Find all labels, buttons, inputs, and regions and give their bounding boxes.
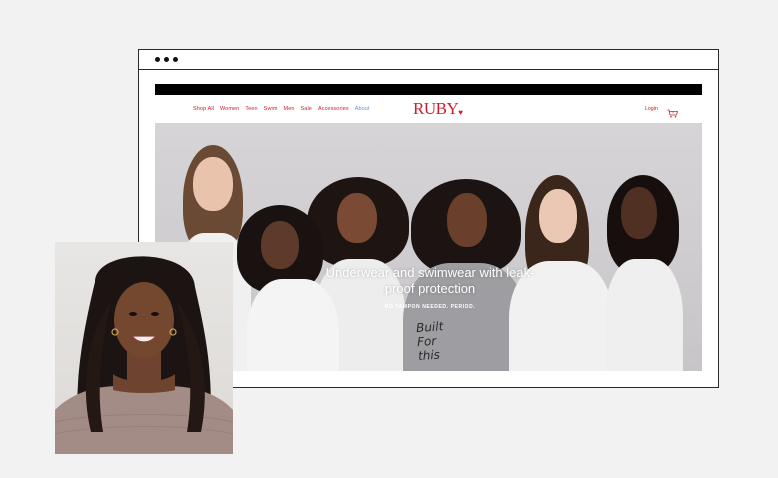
nav-shop-all[interactable]: Shop All: [193, 106, 214, 112]
shirt-print: Built For this: [415, 319, 444, 364]
window-dot: [173, 57, 178, 62]
portrait-illustration: [55, 256, 233, 454]
header-actions: Login 0: [645, 105, 679, 118]
window-dot: [155, 57, 160, 62]
nav-swim[interactable]: Swim: [264, 106, 278, 112]
site-header: Shop All Women Teen Swim Men Sale Access…: [155, 95, 702, 123]
nav-about[interactable]: About: [355, 106, 370, 112]
window-dots: [155, 57, 178, 62]
window-dot: [164, 57, 169, 62]
cart-icon[interactable]: 0: [667, 105, 679, 118]
nav-teen[interactable]: Teen: [245, 106, 257, 112]
hero-banner: Built For this Underwear and swimwear wi…: [155, 123, 702, 371]
heart-icon: ♥: [458, 108, 463, 117]
logo-text: RUBY: [413, 99, 459, 118]
main-nav: Shop All Women Teen Swim Men Sale Access…: [193, 106, 370, 112]
nav-men[interactable]: Men: [284, 106, 295, 112]
website-viewport: Shop All Women Teen Swim Men Sale Access…: [155, 84, 702, 371]
promo-bar: [155, 84, 702, 95]
portrait-photo: [55, 242, 233, 454]
nav-accessories[interactable]: Accessories: [318, 106, 349, 112]
svg-text:0: 0: [672, 110, 674, 114]
hero-heading: Underwear and swimwear with leak-proof p…: [325, 265, 535, 296]
browser-title-bar: [139, 50, 718, 70]
ruby-logo[interactable]: RUBY♥: [413, 99, 463, 122]
hero-subheading: NO TAMPON NEEDED. PERIOD.: [384, 304, 476, 310]
login-link[interactable]: Login: [645, 106, 658, 112]
cart-icon-graphic: 0: [667, 109, 679, 118]
nav-sale[interactable]: Sale: [301, 106, 312, 112]
nav-women[interactable]: Women: [220, 106, 239, 112]
stage: Shop All Women Teen Swim Men Sale Access…: [0, 0, 778, 478]
